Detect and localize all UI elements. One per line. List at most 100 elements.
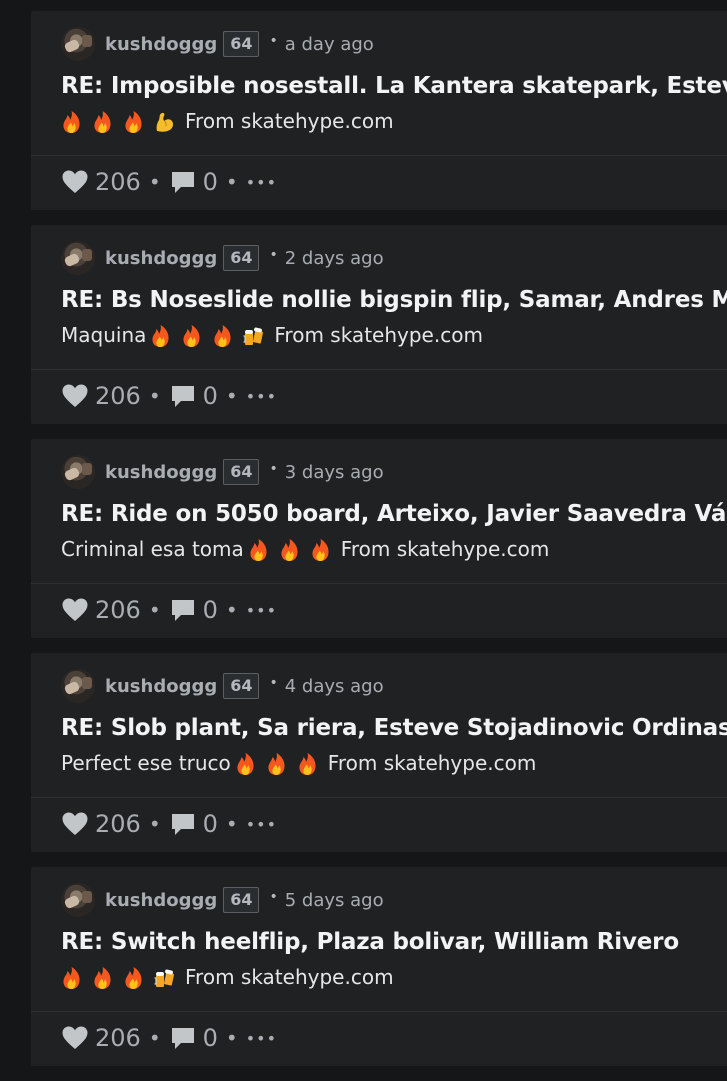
comment-icon[interactable]: [169, 1025, 197, 1051]
post-timestamp[interactable]: 2 days ago: [285, 248, 384, 269]
post-timestamp[interactable]: 4 days ago: [285, 676, 384, 697]
separator-dot: •: [269, 33, 278, 49]
more-options-icon[interactable]: •••: [246, 387, 277, 406]
author-username[interactable]: kushdoggg: [105, 890, 217, 911]
author-username[interactable]: kushdoggg: [105, 248, 217, 269]
reputation-badge: 64: [223, 673, 260, 699]
fire-emoji: [181, 324, 202, 348]
fire-emoji: [266, 752, 287, 776]
card-divider: [31, 1011, 727, 1012]
post-actions: 206 • 0 • •••: [61, 167, 277, 197]
avatar[interactable]: [61, 27, 95, 61]
post-card: kushdoggg 64 • 3 days ago RE: Ride on 50…: [31, 439, 727, 638]
avatar[interactable]: [61, 455, 95, 489]
post-title[interactable]: RE: Bs Noseslide nollie bigspin flip, Sa…: [61, 287, 727, 313]
post-body: Maquina From skatehype.com: [61, 322, 483, 348]
post-body-text: Criminal esa toma: [61, 536, 244, 561]
fire-emoji: [297, 752, 318, 776]
comment-count: 0: [202, 596, 218, 624]
post-actions: 206 • 0 • •••: [61, 1023, 277, 1053]
emoji-row: [235, 750, 328, 776]
post-actions: 206 • 0 • •••: [61, 381, 277, 411]
separator-dot: •: [225, 170, 238, 194]
card-divider: [31, 797, 727, 798]
separator-dot: •: [148, 812, 161, 836]
separator-dot: •: [225, 812, 238, 836]
reputation-badge: 64: [223, 245, 260, 271]
avatar[interactable]: [61, 883, 95, 917]
author-username[interactable]: kushdoggg: [105, 676, 217, 697]
card-divider: [31, 369, 727, 370]
fire-emoji: [248, 538, 269, 562]
fire-emoji: [92, 110, 113, 134]
post-timestamp[interactable]: 3 days ago: [285, 462, 384, 483]
fire-emoji: [279, 538, 300, 562]
post-author-row: kushdoggg 64 • 3 days ago: [61, 455, 384, 489]
more-options-icon[interactable]: •••: [246, 815, 277, 834]
post-card: kushdoggg 64 • 2 days ago RE: Bs Nosesli…: [31, 225, 727, 424]
reputation-badge: 64: [223, 887, 260, 913]
post-author-row: kushdoggg 64 • 5 days ago: [61, 883, 384, 917]
post-title[interactable]: RE: Imposible nosestall. La Kantera skat…: [61, 73, 727, 99]
separator-dot: •: [269, 461, 278, 477]
fire-emoji: [310, 538, 331, 562]
separator-dot: •: [148, 1026, 161, 1050]
fire-emoji: [61, 966, 82, 990]
fire-emoji: [92, 966, 113, 990]
avatar[interactable]: [61, 241, 95, 275]
post-title[interactable]: RE: Switch heelflip, Plaza bolivar, Will…: [61, 929, 679, 955]
fire-emoji: [150, 324, 171, 348]
author-username[interactable]: kushdoggg: [105, 462, 217, 483]
heart-icon[interactable]: [61, 169, 89, 195]
separator-dot: •: [269, 247, 278, 263]
comment-count: 0: [202, 382, 218, 410]
heart-icon[interactable]: [61, 383, 89, 409]
comment-icon[interactable]: [169, 383, 197, 409]
heart-icon[interactable]: [61, 811, 89, 837]
post-source: From skatehype.com: [274, 322, 483, 347]
separator-dot: •: [225, 1026, 238, 1050]
card-divider: [31, 155, 727, 156]
comment-count: 0: [202, 1024, 218, 1052]
fire-emoji: [123, 966, 144, 990]
post-author-row: kushdoggg 64 • 4 days ago: [61, 669, 384, 703]
comment-count: 0: [202, 168, 218, 196]
more-options-icon[interactable]: •••: [246, 173, 277, 192]
like-count: 206: [95, 596, 141, 624]
post-author-row: kushdoggg 64 • 2 days ago: [61, 241, 384, 275]
reputation-badge: 64: [223, 459, 260, 485]
post-title[interactable]: RE: Slob plant, Sa riera, Esteve Stojadi…: [61, 715, 727, 741]
separator-dot: •: [148, 598, 161, 622]
separator-dot: •: [225, 384, 238, 408]
comment-icon[interactable]: [169, 811, 197, 837]
post-timestamp[interactable]: a day ago: [285, 34, 374, 55]
post-timestamp[interactable]: 5 days ago: [285, 890, 384, 911]
separator-dot: •: [269, 889, 278, 905]
post-body-text: Perfect ese truco: [61, 750, 231, 775]
author-username[interactable]: kushdoggg: [105, 34, 217, 55]
like-count: 206: [95, 1024, 141, 1052]
comment-icon[interactable]: [169, 169, 197, 195]
fire-emoji: [235, 752, 256, 776]
post-title[interactable]: RE: Ride on 5050 board, Arteixo, Javier …: [61, 501, 727, 527]
emoji-row: [248, 536, 341, 562]
separator-dot: •: [148, 384, 161, 408]
post-feed: kushdoggg 64 • a day ago RE: Imposible n…: [31, 11, 727, 1081]
fire-emoji: [212, 324, 233, 348]
like-count: 206: [95, 810, 141, 838]
fire-emoji: [123, 110, 144, 134]
post-card: kushdoggg 64 • 5 days ago RE: Switch hee…: [31, 867, 727, 1066]
post-author-row: kushdoggg 64 • a day ago: [61, 27, 374, 61]
heart-icon[interactable]: [61, 1025, 89, 1051]
more-options-icon[interactable]: •••: [246, 601, 277, 620]
comment-icon[interactable]: [169, 597, 197, 623]
avatar[interactable]: [61, 669, 95, 703]
clinking-beer-mugs-emoji: [243, 324, 264, 348]
heart-icon[interactable]: [61, 597, 89, 623]
more-options-icon[interactable]: •••: [246, 1029, 277, 1048]
reputation-badge: 64: [223, 31, 260, 57]
post-body: From skatehype.com: [61, 108, 394, 134]
post-actions: 206 • 0 • •••: [61, 809, 277, 839]
separator-dot: •: [225, 598, 238, 622]
like-count: 206: [95, 168, 141, 196]
